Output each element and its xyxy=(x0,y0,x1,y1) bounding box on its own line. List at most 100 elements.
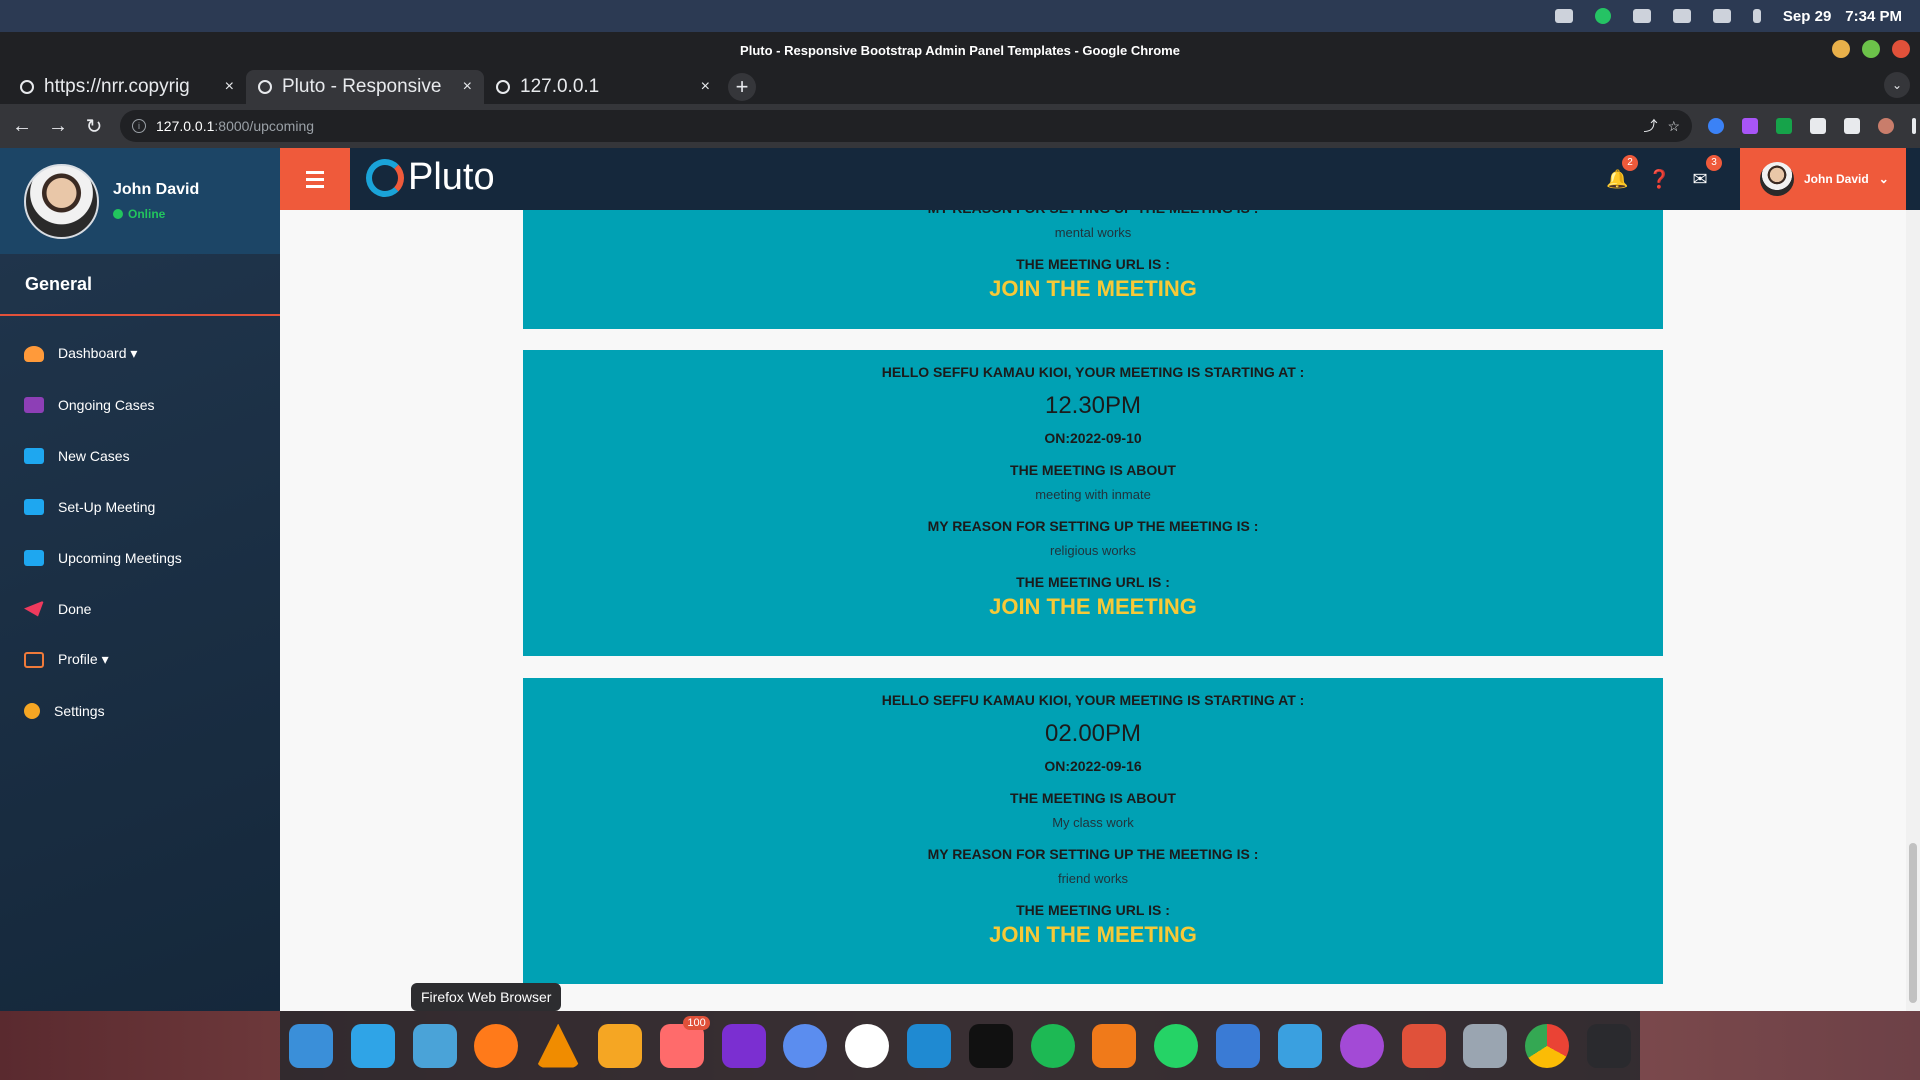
logo-text: Pluto xyxy=(408,156,495,198)
meeting-card: HELLO SEFFU KAMAU KIOI, YOUR MEETING IS … xyxy=(523,350,1663,656)
extensions-area xyxy=(1708,118,1916,134)
search-icon[interactable] xyxy=(412,1023,457,1068)
maximize-button[interactable] xyxy=(1862,40,1880,58)
tab-copyright[interactable]: https://nrr.copyrig × xyxy=(8,70,246,104)
page-scrollbar[interactable] xyxy=(1906,210,1920,1011)
android-studio-icon[interactable] xyxy=(845,1023,890,1068)
puzzle-icon[interactable] xyxy=(1810,118,1826,134)
profile-avatar-icon[interactable] xyxy=(1878,118,1894,134)
chrome-icon[interactable] xyxy=(1525,1023,1570,1068)
bookmark-star-icon[interactable]: ☆ xyxy=(1667,118,1680,135)
sidebar-item-ongoing-cases[interactable]: Ongoing Cases xyxy=(0,379,280,430)
join-meeting-link[interactable]: JOIN THE MEETING xyxy=(989,594,1197,620)
writer-icon[interactable] xyxy=(1216,1023,1261,1068)
tab-localhost[interactable]: 127.0.0.1 × xyxy=(484,70,722,104)
meeting-date: ON:2022-09-10 xyxy=(1044,430,1142,446)
close-window-button[interactable] xyxy=(1892,40,1910,58)
back-icon[interactable]: ← xyxy=(12,115,32,138)
sidebar-item-settings[interactable]: Settings xyxy=(0,685,280,736)
whatsapp-icon[interactable] xyxy=(1154,1023,1199,1068)
app-grid-icon[interactable] xyxy=(350,1023,395,1068)
firefox-nightly-icon[interactable] xyxy=(1339,1023,1384,1068)
time-text: 7:34 PM xyxy=(1845,7,1902,25)
screenshot-icon[interactable] xyxy=(1463,1023,1508,1068)
vscode-icon[interactable] xyxy=(907,1023,952,1068)
dock: 100 xyxy=(280,1011,1640,1080)
address-toolbar: ← → ↻ i 127.0.0.1:8000/upcoming ⤴ ☆ xyxy=(0,104,1920,148)
sidebar-item-profile[interactable]: Profile ▾ xyxy=(0,634,280,685)
instagram-icon[interactable]: 100 xyxy=(659,1015,710,1068)
sidebar-item-done[interactable]: Done xyxy=(0,583,280,634)
new-tab-button[interactable]: + xyxy=(728,73,756,101)
header-user-name: John David xyxy=(1804,172,1869,186)
window-title: Pluto - Responsive Bootstrap Admin Panel… xyxy=(740,42,1180,58)
join-meeting-link[interactable]: JOIN THE MEETING xyxy=(989,276,1197,302)
sidebar-item-setup-meeting[interactable]: Set-Up Meeting xyxy=(0,481,280,532)
site-info-icon[interactable]: i xyxy=(132,119,146,133)
wifi-icon[interactable] xyxy=(1672,9,1691,23)
sidebar-item-label: Dashboard ▾ xyxy=(58,345,138,361)
sidebar: John David Online General Dashboard ▾ On… xyxy=(0,148,280,1011)
sidebar-item-label: New Cases xyxy=(58,447,130,464)
status-text: Online xyxy=(128,207,166,221)
intellij-icon[interactable] xyxy=(968,1023,1013,1068)
firefox-icon[interactable] xyxy=(474,1023,519,1068)
tab-close-icon[interactable]: × xyxy=(701,78,710,96)
vlc-icon[interactable] xyxy=(536,1023,581,1068)
help-icon[interactable]: ❓ xyxy=(1648,169,1670,190)
hamburger-menu-button[interactable] xyxy=(280,148,350,210)
sidebar-item-label: Done xyxy=(58,600,92,617)
tab-search-button[interactable]: ⌄ xyxy=(1884,72,1910,98)
battery-icon[interactable] xyxy=(1752,9,1761,23)
volume-icon[interactable] xyxy=(1712,9,1731,23)
forward-icon[interactable]: → xyxy=(48,115,68,138)
scrollbar-thumb[interactable] xyxy=(1909,843,1917,1003)
reason-value: religious works xyxy=(1050,543,1136,558)
url-label: THE MEETING URL IS : xyxy=(1016,256,1170,272)
share-icon[interactable]: ⤴ xyxy=(1643,116,1657,136)
reload-icon[interactable]: ↻ xyxy=(84,114,104,139)
bell-icon[interactable]: 🔔 2 xyxy=(1606,154,1638,190)
extension-icon[interactable] xyxy=(1742,118,1758,134)
dock-tooltip: Firefox Web Browser xyxy=(411,983,562,1011)
whatsapp-tray-icon[interactable] xyxy=(1594,8,1611,24)
sidebar-item-upcoming-meetings[interactable]: Upcoming Meetings xyxy=(0,532,280,583)
files-icon[interactable] xyxy=(597,1023,642,1068)
sidebar-item-new-cases[interactable]: New Cases xyxy=(0,430,280,481)
about-value: My class work xyxy=(1052,815,1134,830)
phpstorm-icon[interactable] xyxy=(721,1023,766,1068)
reason-value: mental works xyxy=(1054,225,1132,240)
envelope-icon[interactable]: ✉ 3 xyxy=(1690,154,1722,190)
drive-tray-icon[interactable] xyxy=(1632,9,1651,23)
tab-pluto[interactable]: Pluto - Responsive × xyxy=(246,70,484,104)
screen-share-icon[interactable] xyxy=(1554,9,1573,23)
url-label: THE MEETING URL IS : xyxy=(1016,902,1170,918)
spotify-icon[interactable] xyxy=(1030,1023,1075,1068)
file-manager-icon[interactable] xyxy=(288,1023,333,1068)
impress-icon[interactable] xyxy=(1092,1023,1137,1068)
sidebar-item-label: Settings xyxy=(54,702,105,719)
url-path: :8000/upcoming xyxy=(214,118,315,134)
download-manager-icon[interactable] xyxy=(1401,1023,1446,1068)
address-input[interactable]: i 127.0.0.1:8000/upcoming ⤴ ☆ xyxy=(120,110,1692,142)
sidebar-item-dashboard[interactable]: Dashboard ▾ xyxy=(0,328,280,379)
logo[interactable]: Pluto xyxy=(366,156,495,199)
extension-icon[interactable] xyxy=(1708,118,1724,134)
tab-close-icon[interactable]: × xyxy=(225,78,234,96)
clock[interactable]: Sep 29 7:34 PM xyxy=(1783,8,1902,25)
meeting-date: ON:2022-09-16 xyxy=(1044,758,1142,774)
tab-close-icon[interactable]: × xyxy=(463,78,472,96)
join-meeting-link[interactable]: JOIN THE MEETING xyxy=(989,922,1197,948)
system-monitor-icon[interactable] xyxy=(1277,1023,1322,1068)
header-icons: 🔔 2 ❓ ✉ 3 xyxy=(1606,148,1722,210)
terminal-icon[interactable] xyxy=(1586,1023,1631,1068)
user-menu-button[interactable]: John David ⌄ xyxy=(1740,148,1906,210)
paper-plane-icon xyxy=(24,600,44,617)
kebab-menu-icon[interactable] xyxy=(1912,118,1916,134)
date-text: Sep 29 xyxy=(1782,7,1832,25)
minimize-button[interactable] xyxy=(1832,40,1850,58)
side-panel-icon[interactable] xyxy=(1844,118,1860,134)
extension-icon[interactable] xyxy=(1776,118,1792,134)
dock-badge: 100 xyxy=(683,1015,710,1030)
settings-icon[interactable] xyxy=(783,1023,828,1068)
